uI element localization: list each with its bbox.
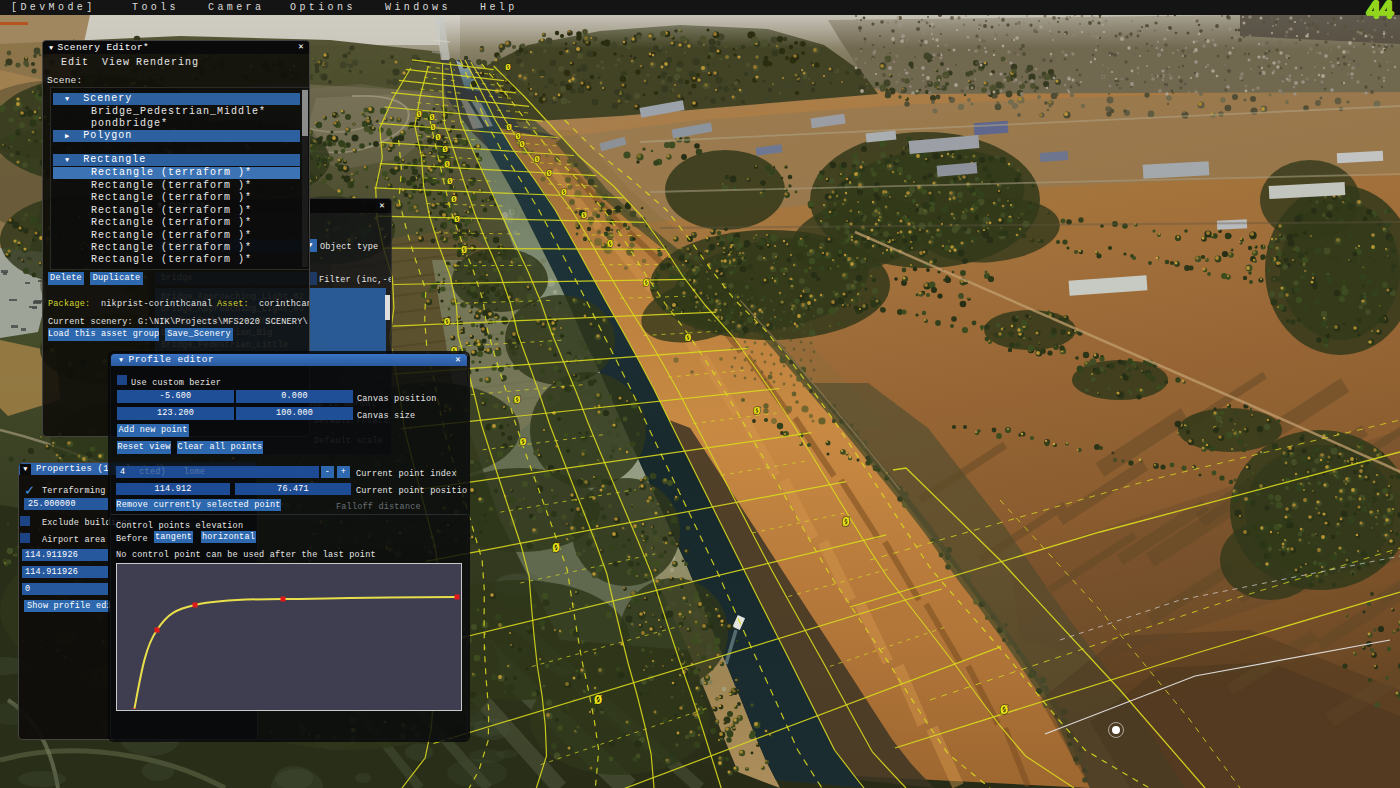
svg-text:Ø: Ø [461, 245, 467, 256]
svg-text:Ø: Ø [444, 159, 450, 170]
svg-text:Ø: Ø [454, 214, 460, 225]
svg-text:Ø: Ø [451, 194, 457, 205]
svg-text:Ø: Ø [506, 122, 512, 133]
svg-text:Ø: Ø [505, 63, 511, 73]
svg-text:Ø: Ø [435, 132, 441, 143]
svg-text:Ø: Ø [561, 187, 567, 198]
svg-text:Ø: Ø [607, 239, 613, 250]
svg-text:Ø: Ø [520, 435, 527, 448]
svg-text:Ø: Ø [442, 144, 448, 155]
svg-text:Ø: Ø [754, 405, 761, 417]
svg-text:Ø: Ø [546, 168, 552, 179]
svg-text:Ø: Ø [685, 332, 692, 344]
svg-text:Ø: Ø [842, 516, 850, 530]
svg-text:Ø: Ø [552, 542, 560, 556]
svg-text:Ø: Ø [514, 394, 521, 406]
svg-text:Ø: Ø [444, 316, 451, 328]
svg-text:Ø: Ø [1000, 703, 1008, 718]
svg-text:Ø: Ø [643, 277, 649, 289]
svg-text:Ø: Ø [534, 154, 540, 165]
svg-text:Ø: Ø [594, 693, 602, 708]
svg-text:Ø: Ø [519, 139, 525, 150]
svg-text:Ø: Ø [416, 109, 422, 120]
svg-text:Ø: Ø [447, 176, 453, 187]
svg-text:Ø: Ø [581, 210, 587, 221]
